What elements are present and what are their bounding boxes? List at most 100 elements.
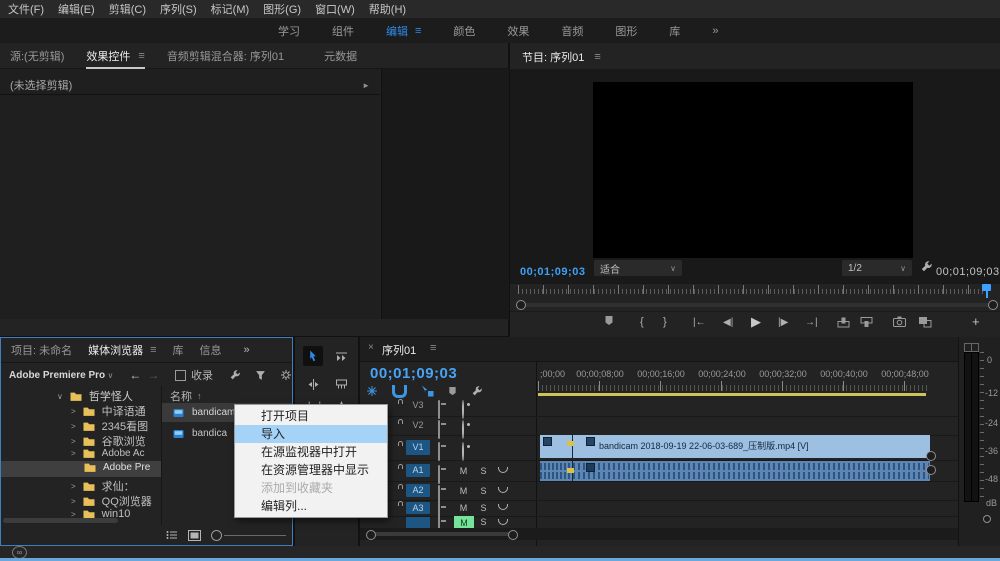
menu-edit[interactable]: 编辑(E) bbox=[58, 1, 95, 17]
go-to-in-icon[interactable]: |← bbox=[693, 317, 706, 328]
media-browser-panel-menu-icon[interactable]: ≡ bbox=[150, 344, 156, 356]
zoom-slider-track[interactable] bbox=[224, 535, 286, 536]
tree-collapsed-icon[interactable]: > bbox=[71, 407, 76, 416]
menu-graphics[interactable]: 图形(G) bbox=[263, 1, 301, 17]
meter-settings-dot[interactable] bbox=[983, 515, 991, 523]
ingest-checkbox[interactable] bbox=[175, 370, 186, 381]
export-frame-camera-icon[interactable] bbox=[893, 316, 906, 327]
audio-clip[interactable] bbox=[572, 461, 930, 481]
timeline-hscrollbar[interactable] bbox=[360, 528, 958, 540]
context-menu-item-import[interactable]: 导入 bbox=[235, 425, 387, 443]
solo-button[interactable]: S bbox=[476, 485, 491, 497]
tree-item-root[interactable]: ∨ 哲学怪人 bbox=[57, 388, 133, 404]
add-marker-icon[interactable] bbox=[448, 386, 457, 397]
menu-window[interactable]: 窗口(W) bbox=[315, 1, 355, 17]
solo-button[interactable]: S bbox=[476, 465, 491, 477]
workspace-tab-graphics[interactable]: 图形 bbox=[615, 23, 637, 39]
tab-media-browser[interactable]: 媒体浏览器 bbox=[88, 342, 143, 358]
timeline-current-timecode[interactable]: 00;01;09;03 bbox=[370, 365, 457, 382]
tab-libraries[interactable]: 库 bbox=[173, 342, 184, 358]
tab-sequence-01[interactable]: 序列01 bbox=[382, 342, 416, 358]
menu-clip[interactable]: 剪辑(C) bbox=[109, 1, 146, 17]
razor-tool[interactable] bbox=[331, 374, 351, 394]
workspace-tab-learn[interactable]: 学习 bbox=[278, 23, 300, 39]
program-playhead[interactable] bbox=[982, 284, 991, 291]
close-sequence-icon[interactable]: × bbox=[368, 342, 374, 353]
scrollbar-handle-left[interactable] bbox=[366, 530, 376, 540]
source-patch-icon[interactable] bbox=[438, 442, 440, 461]
program-ruler[interactable] bbox=[518, 284, 992, 298]
program-scrollbar[interactable] bbox=[510, 299, 1000, 311]
list-view-icon[interactable] bbox=[166, 530, 178, 540]
timeline-ruler[interactable]: ;00;00 00;00;08;00 00;00;16;00 00;00;24;… bbox=[538, 363, 958, 396]
video-clip[interactable]: bandicam 2018-09-19 22-06-03-689_压制版.mp4… bbox=[572, 435, 930, 458]
solo-button[interactable]: S bbox=[476, 502, 491, 514]
playback-resolution-dropdown[interactable]: 1/2 ∨ bbox=[842, 260, 912, 276]
tab-effect-controls[interactable]: 效果控件 bbox=[86, 48, 130, 64]
tree-collapsed-icon[interactable]: > bbox=[71, 497, 76, 506]
zoom-level-dropdown[interactable]: 适合 ∨ bbox=[594, 260, 682, 276]
ingest-settings-wrench-icon[interactable] bbox=[229, 369, 241, 381]
mute-button[interactable]: M bbox=[456, 502, 471, 514]
solo-button[interactable]: S bbox=[476, 516, 491, 528]
tree-collapsed-icon[interactable]: > bbox=[71, 449, 76, 458]
context-menu-item-reveal-in-explorer[interactable]: 在资源管理器中显示 bbox=[235, 461, 387, 479]
menu-help[interactable]: 帮助(H) bbox=[369, 1, 406, 17]
track-target-v1[interactable]: V1 bbox=[406, 440, 430, 455]
tree-collapsed-icon[interactable]: > bbox=[71, 422, 76, 431]
program-panel-menu-icon[interactable]: ≡ bbox=[594, 51, 600, 63]
tab-audio-clip-mixer[interactable]: 音频剪辑混合器: 序列01 bbox=[167, 48, 284, 64]
workspace-overflow-icon[interactable]: » bbox=[712, 25, 718, 37]
track-target-v3[interactable]: V3 bbox=[406, 400, 430, 410]
program-settings-wrench-icon[interactable] bbox=[920, 260, 933, 273]
context-menu-item-open-project[interactable]: 打开项目 bbox=[235, 407, 387, 425]
workspace-tab-effects[interactable]: 效果 bbox=[507, 23, 529, 39]
context-menu-item-edit-columns[interactable]: 编辑列... bbox=[235, 497, 387, 515]
forward-arrow-icon[interactable]: → bbox=[147, 368, 159, 382]
track-scroll-handle[interactable] bbox=[926, 465, 936, 475]
timeline-panel-menu-icon[interactable]: ≡ bbox=[430, 342, 436, 354]
video-clip-segment[interactable] bbox=[540, 435, 572, 458]
track-select-forward-tool[interactable] bbox=[331, 346, 351, 366]
workspace-tab-libraries[interactable]: 库 bbox=[669, 23, 680, 39]
add-marker-icon[interactable] bbox=[604, 315, 614, 327]
workspace-tab-color[interactable]: 颜色 bbox=[453, 23, 475, 39]
go-to-out-icon[interactable]: →| bbox=[805, 317, 818, 328]
tree-item[interactable]: > Adobe Ac bbox=[71, 448, 144, 459]
scrollbar-handle-left[interactable] bbox=[516, 300, 526, 310]
button-editor-plus-icon[interactable]: + bbox=[972, 314, 980, 329]
file-type-gear-icon[interactable] bbox=[280, 369, 292, 381]
tree-item[interactable]: > 中译语通 bbox=[71, 403, 146, 419]
thumbnail-view-icon[interactable] bbox=[188, 530, 201, 541]
tab-source-monitor[interactable]: 源:(无剪辑) bbox=[10, 48, 64, 64]
tree-item[interactable]: > QQ浏览器 bbox=[71, 493, 152, 509]
tab-info[interactable]: 信息 bbox=[200, 342, 222, 358]
tree-item[interactable]: > 谷歌浏览 bbox=[71, 433, 146, 449]
back-arrow-icon[interactable]: ← bbox=[129, 368, 141, 382]
lift-icon[interactable] bbox=[837, 317, 850, 328]
scrollbar-handle-right[interactable] bbox=[508, 530, 518, 540]
play-button-icon[interactable]: ▶ bbox=[751, 314, 761, 330]
mute-button[interactable]: M bbox=[456, 465, 471, 477]
selection-tool[interactable] bbox=[303, 346, 323, 366]
step-back-icon[interactable]: ◀| bbox=[723, 317, 733, 328]
filter-funnel-icon[interactable] bbox=[255, 370, 266, 381]
workspace-tab-audio[interactable]: 音频 bbox=[561, 23, 583, 39]
program-current-timecode[interactable]: 00;01;09;03 bbox=[520, 262, 585, 280]
menu-file[interactable]: 文件(F) bbox=[8, 1, 44, 17]
track-scroll-handle[interactable] bbox=[926, 451, 936, 461]
tree-expanded-icon[interactable]: ∨ bbox=[57, 392, 63, 401]
comparison-view-icon[interactable] bbox=[918, 316, 932, 328]
zoom-slider-knob[interactable] bbox=[211, 530, 222, 541]
tree-item[interactable]: > 求仙： bbox=[71, 478, 135, 494]
menu-marker[interactable]: 标记(M) bbox=[211, 1, 250, 17]
panel-overflow-icon[interactable]: » bbox=[244, 344, 250, 356]
tree-item-selected[interactable]: Adobe Pre bbox=[83, 462, 150, 473]
menu-sequence[interactable]: 序列(S) bbox=[160, 1, 197, 17]
scrollbar-handle-right[interactable] bbox=[988, 300, 998, 310]
track-target-v2[interactable]: V2 bbox=[406, 420, 430, 430]
workspace-tab-assembly[interactable]: 组件 bbox=[332, 23, 354, 39]
tree-collapsed-icon[interactable]: > bbox=[71, 437, 76, 446]
mark-in-icon[interactable]: { bbox=[640, 316, 644, 328]
toggle-track-output-eye-icon[interactable] bbox=[462, 442, 464, 461]
